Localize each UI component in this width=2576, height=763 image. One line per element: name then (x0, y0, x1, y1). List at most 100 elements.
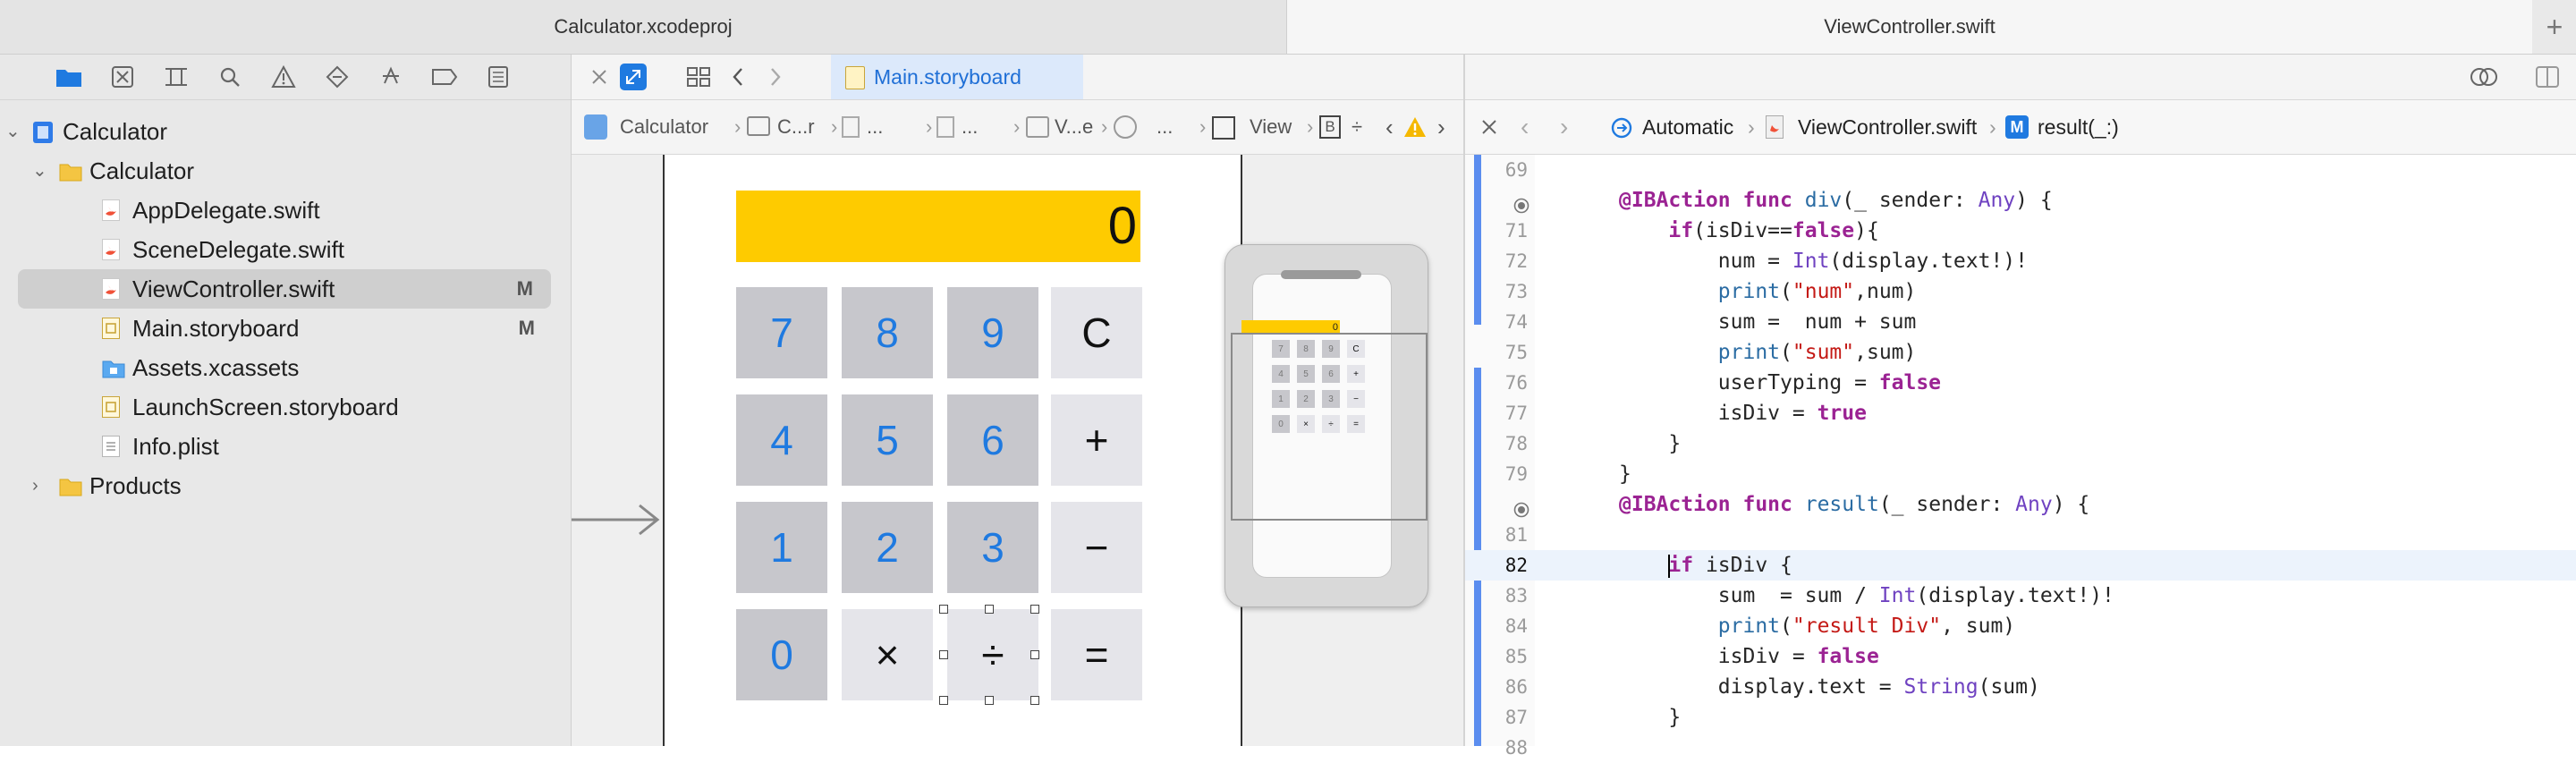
code-line[interactable]: 74 sum = num + sum (1465, 307, 2576, 337)
code-line[interactable]: 84 print("result Div", sum) (1465, 611, 2576, 641)
storyboard-minimap[interactable]: 0 7 8 9 C 4 5 6 +1 2 3−0 × ÷ = (1224, 244, 1428, 607)
navigator-item[interactable]: Assets.xcassets (0, 348, 571, 387)
navigator-item[interactable]: ⌄ Calculator (0, 151, 571, 191)
key-button[interactable]: 0 (736, 609, 827, 700)
tab-main-storyboard[interactable]: Main.storyboard (831, 55, 1083, 99)
code-line[interactable]: 73 print("num",num) (1465, 276, 2576, 307)
resize-handle[interactable] (1030, 650, 1039, 659)
jump-mode-automatic[interactable]: Automatic (1642, 100, 1733, 154)
code-line[interactable]: 76 userTyping = false (1465, 368, 2576, 398)
tab-viewcontroller-swift[interactable]: ViewController.swift (1287, 0, 2532, 54)
jump-item-button[interactable]: ÷ (1352, 100, 1362, 154)
outlet-connection-icon[interactable] (1513, 192, 1530, 214)
key-button[interactable]: 3 (947, 502, 1038, 593)
code-line[interactable]: 83 sum = sum / Int(display.text!)! (1465, 581, 2576, 611)
navigator-item[interactable]: LaunchScreen.storyboard (0, 387, 571, 427)
jump-item-file[interactable]: ViewController.swift (1798, 100, 1977, 154)
code-line[interactable]: 72 num = Int(display.text!)! (1465, 246, 2576, 276)
display-label[interactable]: 0 (736, 191, 1140, 262)
code-line[interactable]: 88 (1465, 733, 2576, 763)
search-icon[interactable] (216, 64, 243, 90)
jump-item-file[interactable]: ... (867, 100, 883, 154)
code-line[interactable]: @IBAction func div(_ sender: Any) { (1465, 185, 2576, 216)
calculator-scene-view[interactable]: 0 7 8 9 C 4 5 6 +1 2 3−0 × ÷ = (663, 155, 1242, 746)
code-line[interactable]: @IBAction func result(_ sender: Any) { (1465, 489, 2576, 520)
grid-icon[interactable] (686, 65, 711, 89)
code-line[interactable]: 82 if isDiv { (1465, 550, 2576, 581)
navigator-item[interactable]: Main.storyboard M (0, 309, 571, 348)
key-button[interactable]: C (1051, 287, 1142, 378)
warning-icon[interactable] (1403, 116, 1427, 138)
disclosure-collapsed-icon[interactable]: › (32, 466, 38, 505)
outlet-connection-icon[interactable] (1513, 496, 1530, 518)
folder-icon[interactable] (55, 64, 82, 90)
breakpoint-navigator-icon[interactable] (431, 64, 458, 90)
button-item-icon[interactable]: B (1319, 115, 1341, 139)
code-line[interactable]: 75 print("sum",sum) (1465, 337, 2576, 368)
key-button[interactable]: 2 (842, 502, 933, 593)
key-button[interactable]: 6 (947, 394, 1038, 486)
jump-item-view[interactable]: View (1250, 100, 1292, 154)
back-arrow-icon[interactable] (729, 65, 747, 89)
code-line[interactable]: 81 (1465, 520, 2576, 550)
key-button[interactable]: 4 (736, 394, 827, 486)
navigator-item[interactable]: › Products (0, 466, 571, 505)
resize-handle[interactable] (985, 696, 994, 705)
symbol-navigator-icon[interactable] (163, 64, 190, 90)
forward-arrow-icon[interactable] (767, 65, 784, 89)
report-navigator-icon[interactable] (485, 64, 512, 90)
warning-icon[interactable] (270, 64, 297, 90)
debug-icon[interactable] (377, 64, 404, 90)
key-button[interactable]: 7 (736, 287, 827, 378)
jump-item-symbol[interactable]: result(_:) (2038, 100, 2119, 154)
key-button[interactable]: 1 (736, 502, 827, 593)
resize-handle[interactable] (1030, 696, 1039, 705)
close-icon[interactable] (588, 65, 611, 89)
key-button[interactable]: 8 (842, 287, 933, 378)
navigator-item[interactable]: ViewController.swift M (18, 269, 551, 309)
key-button[interactable]: + (1051, 394, 1142, 486)
navigator-item[interactable]: SceneDelegate.swift (0, 230, 571, 269)
jump-item-scene[interactable]: V...e (1055, 100, 1093, 154)
key-button[interactable]: − (1051, 502, 1142, 593)
back-arrow-icon[interactable]: ‹ (1521, 100, 1529, 154)
test-navigator-icon[interactable] (324, 64, 351, 90)
key-button[interactable]: × (842, 609, 933, 700)
disclosure-expanded-icon[interactable]: ⌄ (5, 112, 21, 151)
code-line[interactable]: 79} (1465, 459, 2576, 489)
code-line[interactable]: 87 } (1465, 702, 2576, 733)
code-line[interactable]: 71 if(isDiv==false){ (1465, 216, 2576, 246)
code-line[interactable]: 78 } (1465, 428, 2576, 459)
key-button[interactable]: = (1051, 609, 1142, 700)
navigator-item[interactable]: AppDelegate.swift (0, 191, 571, 230)
code-line[interactable]: 85 isDiv = false (1465, 641, 2576, 672)
resize-handle[interactable] (985, 605, 994, 614)
jump-item-base[interactable]: ... (962, 100, 978, 154)
source-control-icon[interactable] (109, 64, 136, 90)
jump-item-calculator[interactable]: Calculator (620, 100, 708, 154)
resize-handle[interactable] (939, 650, 948, 659)
close-icon[interactable] (1478, 115, 1501, 139)
key-button[interactable]: 5 (842, 394, 933, 486)
jump-item-group[interactable]: C...r (777, 100, 815, 154)
adjust-editor-icon[interactable] (2469, 65, 2499, 89)
resize-handle[interactable] (939, 605, 948, 614)
prev-issue-icon[interactable]: ‹ (1385, 100, 1394, 154)
code-line[interactable]: 77 isDiv = true (1465, 398, 2576, 428)
resize-handle[interactable] (1030, 605, 1039, 614)
related-items-icon[interactable] (620, 64, 647, 90)
next-issue-icon[interactable]: › (1437, 100, 1445, 154)
navigator-item[interactable]: Info.plist (0, 427, 571, 466)
code-line[interactable]: 69 (1465, 155, 2576, 185)
forward-arrow-icon[interactable]: › (1560, 100, 1568, 154)
storyboard-canvas[interactable]: 0 7 8 9 C 4 5 6 +1 2 3−0 × ÷ = 0 7 8 9 C 4 5 6 +1 2 3−0 × ÷ = (572, 155, 1463, 746)
code-line[interactable]: 86 display.text = String(sum) (1465, 672, 2576, 702)
resize-handle[interactable] (939, 696, 948, 705)
entry-point-arrow[interactable] (572, 502, 661, 542)
counterparts-icon[interactable] (1610, 116, 1633, 140)
new-tab-button[interactable]: + (2533, 0, 2576, 54)
key-button[interactable]: 9 (947, 287, 1038, 378)
disclosure-expanded-icon[interactable]: ⌄ (32, 151, 47, 191)
minimap-viewport[interactable] (1231, 333, 1428, 521)
navigator-item[interactable]: ⌄ Calculator (0, 112, 571, 151)
